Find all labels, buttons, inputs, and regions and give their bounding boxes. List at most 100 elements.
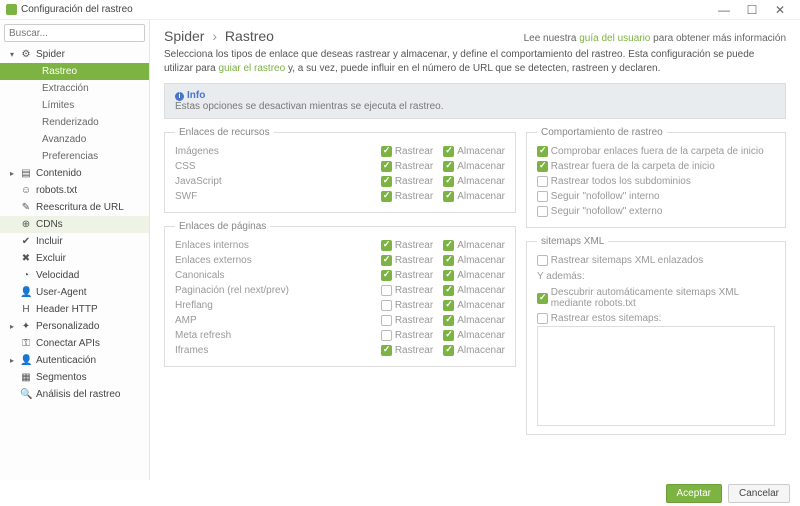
checkbox-crawl[interactable] — [381, 146, 392, 157]
robot-icon: ☺ — [20, 185, 32, 196]
checkbox-crawl[interactable] — [381, 285, 392, 296]
nav-label: Spider — [36, 49, 65, 60]
checkbox-crawl[interactable] — [381, 345, 392, 356]
checkbox-crawl[interactable] — [381, 240, 392, 251]
info-box: iInfo Estas opciones se desactivan mient… — [164, 83, 786, 119]
help-link[interactable]: guía del usuario — [579, 33, 650, 44]
intro-link[interactable]: guiar el rastreo — [218, 63, 285, 74]
nav-incluir[interactable]: ✔Incluir — [0, 233, 149, 250]
checkbox-crawl[interactable] — [381, 161, 392, 172]
checkbox-store[interactable] — [443, 255, 454, 266]
checkbox-behavior[interactable] — [537, 206, 548, 217]
nav-velocidad[interactable]: ◔Velocidad — [0, 267, 149, 284]
minimize-button[interactable]: — — [710, 3, 738, 17]
close-button[interactable]: ✕ — [766, 3, 794, 17]
nav-label: robots.txt — [36, 185, 77, 196]
nav-header-http[interactable]: HHeader HTTP — [0, 301, 149, 318]
behavior-row: Seguir "nofollow" externo — [537, 204, 775, 219]
ok-button[interactable]: Aceptar — [666, 484, 722, 503]
setting-row: IframesRastrearAlmacenar — [175, 343, 505, 358]
search-container — [4, 24, 145, 42]
group-sitemaps: sitemaps XML Rastrear sitemaps XML enlaz… — [526, 236, 786, 435]
behavior-row: Rastrear fuera de la carpeta de inicio — [537, 159, 775, 174]
checkbox-behavior[interactable] — [537, 146, 548, 157]
sitemaps-these-label: Rastrear estos sitemaps: — [551, 313, 775, 324]
checkbox-crawl[interactable] — [381, 191, 392, 202]
nav-segmentos[interactable]: ▦Segmentos — [0, 369, 149, 386]
checkbox-store[interactable] — [443, 176, 454, 187]
check-label: Almacenar — [457, 146, 505, 157]
intro-text: Selecciona los tipos de enlace que desea… — [164, 48, 786, 75]
setting-row: HreflangRastrearAlmacenar — [175, 298, 505, 313]
checkbox-crawl[interactable] — [381, 176, 392, 187]
row-label: Seguir "nofollow" externo — [551, 206, 775, 217]
checkbox-sitemaps-linked[interactable] — [537, 255, 548, 266]
row-label: Meta refresh — [175, 330, 381, 341]
checkbox-behavior[interactable] — [537, 191, 548, 202]
checkbox-store[interactable] — [443, 345, 454, 356]
row-label: Iframes — [175, 345, 381, 356]
checkbox-crawl[interactable] — [381, 330, 392, 341]
nav-personalizado[interactable]: ▸✦Personalizado — [0, 318, 149, 335]
checkbox-sitemaps-auto[interactable] — [537, 293, 548, 304]
nav-label: Preferencias — [42, 151, 98, 162]
nav-reescritura-url[interactable]: ✎Reescritura de URL — [0, 199, 149, 216]
row-label: Paginación (rel next/prev) — [175, 285, 381, 296]
nav-cdns[interactable]: ⊕CDNs — [0, 216, 149, 233]
nav-excluir[interactable]: ✖Excluir — [0, 250, 149, 267]
checkbox-crawl[interactable] — [381, 300, 392, 311]
maximize-button[interactable]: ☐ — [738, 3, 766, 17]
checkbox-store[interactable] — [443, 161, 454, 172]
plug-icon: ⚿ — [20, 338, 32, 349]
checkbox-store[interactable] — [443, 240, 454, 251]
nav-spider[interactable]: ▾⚙Spider — [0, 46, 149, 63]
checkbox-behavior[interactable] — [537, 161, 548, 172]
nav-autenticacion[interactable]: ▸👤Autenticación — [0, 352, 149, 369]
checkbox-crawl[interactable] — [381, 315, 392, 326]
nav-rastreo[interactable]: Rastreo — [0, 63, 149, 80]
setting-row: AMPRastrearAlmacenar — [175, 313, 505, 328]
nav-limites[interactable]: Límites — [0, 97, 149, 114]
search-input[interactable] — [4, 24, 145, 42]
window-title: Configuración del rastreo — [21, 4, 710, 15]
info-message: Estas opciones se desactivan mientras se… — [175, 101, 775, 112]
gauge-icon: ◔ — [20, 270, 32, 281]
checkbox-store[interactable] — [443, 330, 454, 341]
checkbox-store[interactable] — [443, 285, 454, 296]
nav-label: Incluir — [36, 236, 63, 247]
checkbox-store[interactable] — [443, 191, 454, 202]
check-label: Almacenar — [457, 300, 505, 311]
group-pages: Enlaces de páginas Enlaces internosRastr… — [164, 221, 516, 367]
checkbox-crawl[interactable] — [381, 270, 392, 281]
checkbox-behavior[interactable] — [537, 176, 548, 187]
checkbox-store[interactable] — [443, 146, 454, 157]
sitemaps-textarea[interactable] — [537, 326, 775, 426]
behavior-row: Comprobar enlaces fuera de la carpeta de… — [537, 144, 775, 159]
checkbox-store[interactable] — [443, 270, 454, 281]
row-label: Comprobar enlaces fuera de la carpeta de… — [551, 146, 775, 157]
nav-contenido[interactable]: ▸▤Contenido — [0, 165, 149, 182]
checkbox-store[interactable] — [443, 315, 454, 326]
lock-icon: 👤 — [20, 355, 32, 366]
nav-conectar-apis[interactable]: ⚿Conectar APIs — [0, 335, 149, 352]
cancel-button[interactable]: Cancelar — [728, 484, 790, 503]
info-icon: i — [175, 92, 184, 101]
nav-label: Renderizado — [42, 117, 99, 128]
nav-preferencias[interactable]: Preferencias — [0, 148, 149, 165]
checkbox-sitemaps-these[interactable] — [537, 313, 548, 324]
check-label: Almacenar — [457, 330, 505, 341]
nav-analisis[interactable]: 🔍Análisis del rastreo — [0, 386, 149, 403]
nav-user-agent[interactable]: 👤User-Agent — [0, 284, 149, 301]
nav-extraccion[interactable]: Extracción — [0, 80, 149, 97]
checkbox-store[interactable] — [443, 300, 454, 311]
nav-renderizado[interactable]: Renderizado — [0, 114, 149, 131]
nav-avanzado[interactable]: Avanzado — [0, 131, 149, 148]
check-label: Almacenar — [457, 191, 505, 202]
checkbox-crawl[interactable] — [381, 255, 392, 266]
gear-icon: ⚙ — [20, 49, 32, 60]
legend-sitemaps: sitemaps XML — [537, 236, 608, 247]
breadcrumb: Spider › Rastreo — [164, 28, 274, 44]
behavior-row: Seguir "nofollow" interno — [537, 189, 775, 204]
sitemaps-auto-label: Descubrir automáticamente sitemaps XML m… — [551, 287, 775, 309]
nav-robots[interactable]: ☺ robots.txt — [0, 182, 149, 199]
